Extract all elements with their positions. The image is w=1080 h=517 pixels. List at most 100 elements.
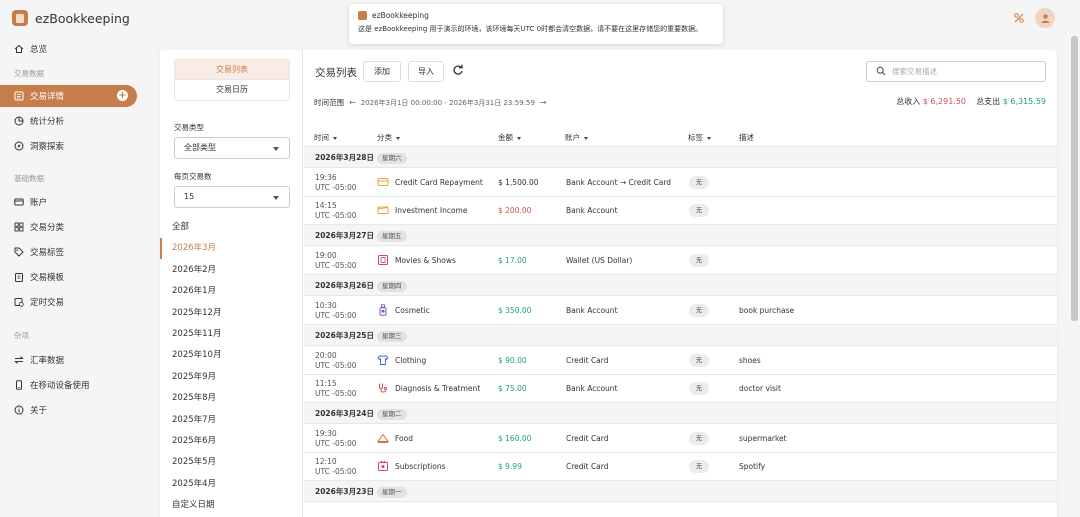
sidebar-item-scheduled[interactable]: 定时交易 — [0, 291, 146, 313]
import-button[interactable]: 导入 — [408, 61, 444, 82]
date-filter-item[interactable]: 2026年1月 — [160, 281, 303, 302]
date-filter-item[interactable]: 2026年2月 — [160, 260, 303, 281]
next-range-icon[interactable]: → — [540, 98, 547, 107]
row-account: Credit Card — [566, 462, 609, 471]
group-date: 2026年3月25日 — [315, 331, 375, 340]
date-filter-item[interactable]: 2025年8月 — [160, 388, 303, 409]
table-row[interactable]: 12:10 UTC -05:00 Subscriptions $ 9.99 Credit… — [304, 453, 1057, 481]
sidebar-item-explore[interactable]: 洞察探索 — [0, 135, 146, 157]
header-category[interactable]: 分类 — [377, 132, 400, 143]
weekday-badge: 星期一 — [377, 486, 407, 498]
sidebar-item-label: 总览 — [30, 45, 48, 55]
sidebar-item-accounts[interactable]: 账户 — [0, 191, 146, 213]
totals: 总收入 $ 6,291.50 总支出 $ 6,315.59 — [896, 96, 1046, 107]
notice-text: 这是 ezBookkeeping 用于演示的环境，该环境每天UTC 0时都会清空… — [358, 25, 703, 33]
tag-badge: 无 — [689, 204, 709, 217]
date-filter-item[interactable]: 2025年11月 — [160, 324, 303, 345]
row-category: Diagnosis & Treatment — [395, 384, 481, 393]
phone-icon — [14, 380, 24, 390]
avatar[interactable] — [1035, 8, 1055, 28]
user-menu[interactable] — [1035, 8, 1055, 28]
date-filter-item[interactable]: 全部 — [160, 217, 303, 238]
page-title: 交易列表 — [315, 67, 357, 79]
date-filter-item[interactable]: 2025年10月 — [160, 345, 303, 366]
date-group-header: 2026年3月24日 星期二 — [304, 403, 1057, 424]
table-row[interactable]: 19:36 UTC -05:00 Credit Card Repayment $ 1,… — [304, 169, 1057, 197]
page-scrollbar[interactable] — [1071, 36, 1078, 321]
row-category: Cosmetic — [395, 306, 430, 315]
date-filter-item[interactable]: 2025年12月 — [160, 303, 303, 324]
table-row[interactable]: 19:30 UTC -05:00 Food $ 160.00 Credit Card 无 s… — [304, 425, 1057, 453]
tab-transaction-list[interactable]: 交易列表 — [175, 60, 289, 80]
weekday-badge: 星期四 — [377, 280, 407, 292]
table-row[interactable]: 10:30 UTC -05:00 Cosmetic $ 350.00 Bank Acco… — [304, 297, 1057, 325]
theme-toggle-icon[interactable] — [1009, 8, 1029, 28]
sidebar-item-statistics[interactable]: 统计分析 — [0, 110, 146, 132]
sidebar-item-label: 汇率数据 — [30, 356, 65, 366]
tab-transaction-calendar[interactable]: 交易日历 — [175, 80, 289, 100]
time-value: 20:00 — [315, 351, 337, 360]
tag-icon — [14, 247, 24, 257]
date-filter-item[interactable]: 2025年9月 — [160, 367, 303, 388]
header-time[interactable]: 时间 — [314, 132, 337, 143]
row-time: 19:00 UTC -05:00 — [315, 251, 357, 271]
tag-badge: 无 — [689, 254, 709, 267]
date-filter-item[interactable]: 2026年3月 — [160, 238, 303, 260]
time-value: 12:10 — [315, 457, 337, 466]
sidebar-item-tags[interactable]: 交易标签 — [0, 241, 146, 263]
row-account: Credit Card — [566, 434, 609, 443]
sidebar-item-exchange-rates[interactable]: 汇率数据 — [0, 349, 146, 371]
row-description: Spotify — [739, 462, 766, 471]
sort-caret-icon — [707, 136, 711, 140]
row-amount: $ 17.00 — [498, 256, 527, 265]
table-row[interactable]: 11:15 UTC -05:00 Diagnosis & Treatment $ 75… — [304, 375, 1057, 403]
brand[interactable]: ezBookkeeping — [0, 0, 146, 36]
timezone-value: UTC -05:00 — [315, 389, 357, 398]
perpage-select[interactable]: 15 — [174, 186, 290, 208]
tag-badge: 无 — [689, 176, 709, 189]
header-tag[interactable]: 标签 — [688, 132, 711, 143]
sidebar-item-mobile[interactable]: 在移动设备使用 — [0, 374, 146, 396]
sidebar-item-categories[interactable]: 交易分类 — [0, 216, 146, 238]
perpage-value: 15 — [184, 192, 195, 201]
search-input[interactable]: 搜索交易描述 — [866, 61, 1046, 82]
table-row[interactable]: 19:00 UTC -05:00 Movies & Shows $ 17.00 Wall… — [304, 247, 1057, 275]
time-value: 10:30 — [315, 301, 337, 310]
bottle-icon — [377, 304, 389, 316]
date-filter-item[interactable]: 2025年4月 — [160, 474, 303, 495]
sidebar-item-label: 在移动设备使用 — [30, 381, 90, 391]
tag-badge: 无 — [689, 432, 709, 445]
header-amount[interactable]: 金额 — [498, 132, 521, 143]
row-time: 14:15 UTC -05:00 — [315, 201, 357, 221]
header-account[interactable]: 账户 — [565, 132, 588, 143]
date-filter-item[interactable]: 2025年5月 — [160, 452, 303, 473]
search-placeholder: 搜索交易描述 — [892, 67, 937, 76]
row-time: 19:30 UTC -05:00 — [315, 429, 357, 449]
timezone-value: UTC -05:00 — [315, 183, 357, 192]
sidebar-item-transaction-details[interactable]: 交易详情 + — [0, 85, 137, 107]
date-filter-item[interactable]: 2025年6月 — [160, 431, 303, 452]
table-row[interactable]: 14:15 UTC -05:00 Investment Income $ 200.00… — [304, 197, 1057, 225]
type-select[interactable]: 全部类型 — [174, 137, 290, 159]
row-account: Credit Card — [566, 356, 609, 365]
add-button[interactable]: 添加 — [363, 61, 401, 82]
list-icon — [14, 91, 24, 101]
perpage-label: 每页交易数 — [174, 172, 212, 181]
row-time: 19:36 UTC -05:00 — [315, 173, 357, 193]
header-label: 账户 — [565, 133, 580, 142]
sidebar-item-label: 账户 — [30, 198, 48, 208]
table-row[interactable]: 20:00 UTC -05:00 Clothing $ 90.00 Credit Car… — [304, 347, 1057, 375]
sidebar-item-overview[interactable]: 总览 — [0, 38, 146, 60]
date-filter-item[interactable]: 自定义日期 — [160, 495, 303, 516]
row-time: 20:00 UTC -05:00 — [315, 351, 357, 371]
weekday-badge: 星期六 — [377, 152, 407, 164]
prev-range-icon[interactable]: ← — [349, 98, 356, 107]
sidebar-item-about[interactable]: 关于 — [0, 399, 146, 421]
add-transaction-icon[interactable]: + — [117, 90, 128, 101]
sidebar-item-templates[interactable]: 交易模板 — [0, 266, 146, 288]
date-filter-item[interactable]: 2025年7月 — [160, 410, 303, 431]
refresh-icon[interactable] — [452, 64, 464, 76]
row-category: Investment Income — [395, 206, 468, 215]
row-amount: $ 200.00 — [498, 206, 532, 215]
group-date: 2026年3月23日 — [315, 487, 375, 496]
